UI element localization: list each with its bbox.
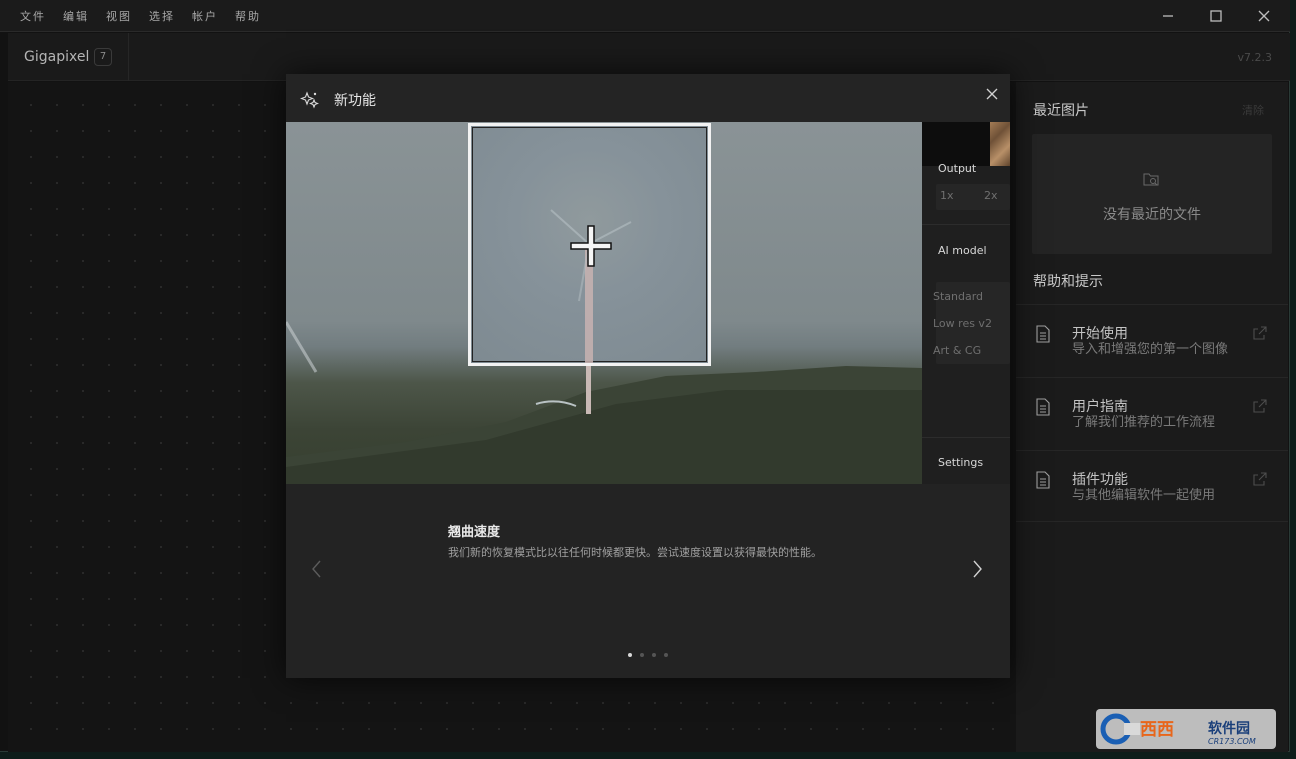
model-option-standard: Standard — [933, 290, 984, 303]
svg-text:软件园: 软件园 — [1208, 720, 1250, 737]
menu-view[interactable]: 视图 — [106, 8, 132, 24]
maximize-icon[interactable] — [1206, 6, 1226, 26]
header-divider — [128, 33, 129, 81]
chevron-left-icon[interactable] — [310, 558, 324, 580]
pagination-dot[interactable] — [640, 653, 644, 657]
panel-divider — [922, 224, 1010, 225]
help-item-title: 用户指南 — [1072, 399, 1128, 415]
close-icon[interactable] — [984, 86, 1000, 102]
menu-bar: 文件 编辑 视图 选择 帐户 帮助 — [0, 0, 1290, 32]
svg-text:西西: 西西 — [1140, 720, 1174, 740]
ai-model-label: AI model — [938, 244, 987, 257]
menu-account[interactable]: 帐户 — [192, 8, 218, 24]
output-label: Output — [938, 162, 977, 175]
no-recent-files-text: 没有最近的文件 — [1103, 207, 1201, 223]
external-link-icon[interactable] — [1252, 398, 1268, 414]
thumbnail-image — [990, 122, 1010, 166]
external-link-icon[interactable] — [1252, 471, 1268, 487]
dialog-title: 新功能 — [334, 93, 376, 109]
help-item-plugins[interactable]: 插件功能 与其他编辑软件一起使用 — [1016, 450, 1288, 522]
chevron-right-icon[interactable] — [970, 558, 984, 580]
app-title: Gigapixel — [24, 49, 90, 65]
svg-text:CR173.COM: CR173.COM — [1208, 737, 1256, 746]
output-option-1x: 1x — [940, 189, 954, 202]
clear-recent-button[interactable]: 清除 — [1242, 102, 1264, 118]
dialog-header: 新功能 — [286, 74, 1010, 122]
menu-file[interactable]: 文件 — [20, 8, 46, 24]
external-link-icon[interactable] — [1252, 325, 1268, 341]
settings-label: Settings — [938, 456, 984, 469]
help-item-title: 开始使用 — [1072, 326, 1128, 342]
help-item-desc: 了解我们推荐的工作流程 — [1072, 415, 1216, 430]
folder-search-icon — [1143, 173, 1159, 186]
preview-side-panel: Output 1x 2x AI model Standard Low res v… — [922, 122, 1010, 484]
recent-images-title: 最近图片 — [1033, 103, 1089, 119]
version-label: v7.2.3 — [1237, 51, 1273, 64]
recent-images-box: 没有最近的文件 — [1032, 134, 1272, 254]
site-watermark-logo: 西西 软件园 CR173.COM — [1096, 709, 1276, 749]
pagination-dot[interactable] — [664, 653, 668, 657]
menu-select[interactable]: 选择 — [149, 8, 175, 24]
pagination-dots — [628, 653, 668, 657]
zoom-loupe[interactable] — [468, 123, 711, 366]
menu-help[interactable]: 帮助 — [235, 8, 261, 24]
model-option-art-cg: Art & CG — [933, 344, 982, 357]
window-close-icon[interactable] — [1254, 6, 1274, 26]
count-badge: 7 — [94, 48, 112, 66]
help-item-desc: 导入和增强您的第一个图像 — [1072, 342, 1229, 357]
whats-new-dialog: 新功能 Output 1x 2x AI model Standard Low r… — [286, 74, 1010, 678]
crosshair-cursor-icon — [570, 225, 612, 267]
help-item-title: 插件功能 — [1072, 472, 1128, 488]
menu-items: 文件 编辑 视图 选择 帐户 帮助 — [20, 8, 261, 24]
pagination-dot[interactable] — [652, 653, 656, 657]
document-icon — [1036, 471, 1050, 489]
document-icon — [1036, 398, 1050, 416]
sparkle-icon — [300, 91, 319, 109]
pagination-dot[interactable] — [628, 653, 632, 657]
help-item-desc: 与其他编辑软件一起使用 — [1072, 488, 1216, 503]
feature-description: 我们新的恢复模式比以往任何时候都更快。尝试速度设置以获得最快的性能。 — [448, 546, 822, 559]
right-panel: 最近图片 清除 没有最近的文件 帮助和提示 开始使用 导入和增强您的第一个图像 — [1016, 82, 1288, 752]
help-item-user-guide[interactable]: 用户指南 了解我们推荐的工作流程 — [1016, 377, 1288, 449]
help-tips-title: 帮助和提示 — [1033, 274, 1103, 290]
feature-title: 翘曲速度 — [448, 525, 501, 540]
model-option-low-res: Low res v2 — [933, 317, 992, 330]
help-item-getting-started[interactable]: 开始使用 导入和增强您的第一个图像 — [1016, 304, 1288, 376]
panel-divider — [922, 437, 1010, 438]
feature-preview-image — [286, 122, 922, 484]
document-icon — [1036, 325, 1050, 343]
thumbnail-dark — [922, 122, 990, 166]
output-option-2x: 2x — [984, 189, 998, 202]
menu-edit[interactable]: 编辑 — [63, 8, 89, 24]
minimize-icon[interactable] — [1158, 6, 1178, 26]
